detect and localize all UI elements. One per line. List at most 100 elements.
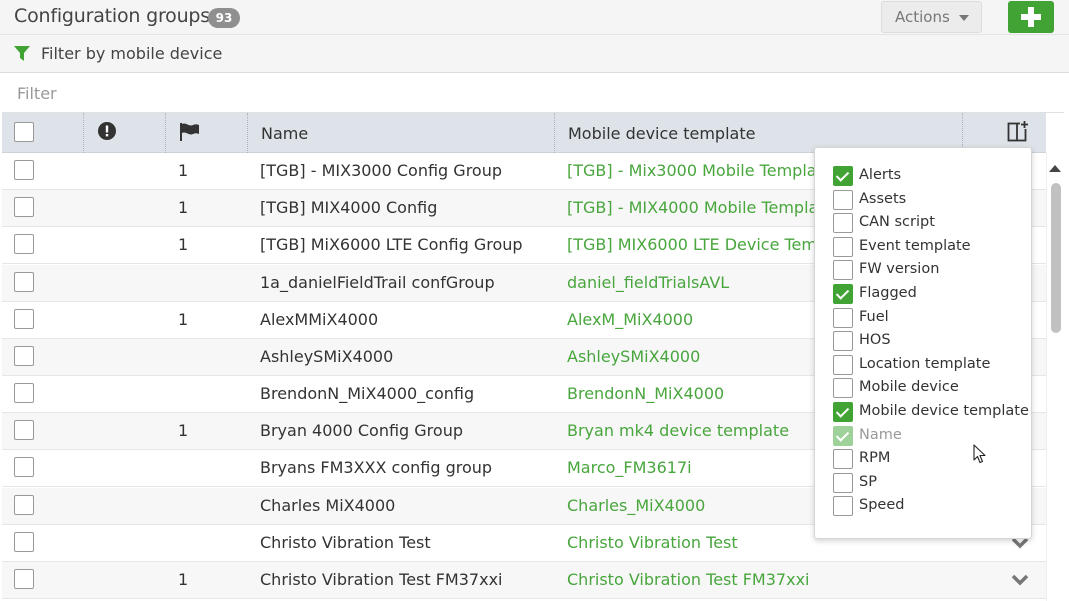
row-checkbox[interactable] [14,272,34,292]
row-checkbox[interactable] [14,569,34,589]
filter-by-mobile-device-bar[interactable]: Filter by mobile device [0,35,1069,73]
column-option-label: Fuel [859,308,889,325]
scrollbar-thumb[interactable] [1051,183,1061,333]
mouse-cursor-icon [973,444,986,464]
alert-icon [98,122,116,140]
column-option-label: Speed [859,497,905,514]
column-picker-dropdown: Alerts Assets CAN script Event template FW v… [814,147,1032,539]
header-select-all-cell [2,113,84,153]
column-option-checkbox[interactable] [833,284,853,304]
row-checkbox[interactable] [14,346,34,366]
column-option-checkbox[interactable] [833,496,853,517]
row-checkbox[interactable] [14,495,34,515]
checkmark-icon [835,286,850,300]
column-picker-icon[interactable] [1007,120,1029,142]
header-alerts-column[interactable] [84,113,166,153]
row-checkbox[interactable] [14,234,34,254]
count-badge: 93 [208,8,240,28]
column-option-label: SP [859,473,877,490]
row-checkbox[interactable] [14,420,34,440]
column-option-checkbox[interactable] [833,472,853,493]
select-all-checkbox[interactable] [14,122,34,142]
checkmark-icon [835,168,850,182]
row-template-link[interactable]: BrendonN_MiX4000 [567,384,724,403]
page-header: Configuration groups 93 Actions [0,0,1069,35]
column-option-label: Alerts [859,167,902,183]
row-template-link[interactable]: [TGB] - Mix3000 Mobile Template [567,161,833,180]
column-option-checkbox[interactable] [833,236,853,257]
scroll-up-arrow-icon[interactable] [1049,165,1061,172]
row-template-link[interactable]: AlexM_MiX4000 [567,310,693,329]
column-option-label: Flagged [859,285,917,301]
row-name: BrendonN_MiX4000_config [260,384,475,403]
row-template-link[interactable]: Marco_FM3617i [567,458,692,477]
row-checkbox[interactable] [14,197,34,217]
row-template-link[interactable]: Christo Vibration Test FM37xxi [567,570,809,589]
row-checkbox[interactable] [14,309,34,329]
column-option-label: Event template [859,237,971,254]
row-template-link[interactable]: AshleySMiX4000 [567,347,700,366]
row-template-link[interactable]: Christo Vibration Test [567,533,738,552]
column-option-checkbox[interactable] [833,331,853,352]
row-checkbox[interactable] [14,160,34,180]
column-option-checkbox[interactable] [833,166,853,186]
column-option-label: Mobile device [859,379,959,396]
row-name: 1a_danielFieldTrail confGroup [260,273,495,292]
table-row[interactable]: 1 Christo Vibration Test FM37xxi Christo V… [2,562,1046,599]
flag-icon [180,123,199,141]
column-option-checkbox [833,425,853,446]
row-name: Christo Vibration Test [260,533,431,552]
row-flag-count: 1 [178,235,189,254]
filter-input[interactable] [2,75,1064,113]
row-name: AlexMMiX4000 [260,310,379,329]
caret-down-icon [959,15,969,21]
row-flag-count: 1 [178,310,189,329]
column-option-checkbox[interactable] [833,354,853,375]
column-option-label: Mobile device template [859,403,1029,419]
column-option-checkbox[interactable] [833,402,853,422]
checkmark-icon [835,427,850,442]
column-option-checkbox[interactable] [833,213,853,234]
column-option-label: RPM [859,450,891,467]
header-name-column[interactable]: Name [248,113,555,153]
column-option-label: Assets [859,190,907,207]
row-checkbox[interactable] [14,457,34,477]
row-checkbox[interactable] [14,532,34,552]
add-button[interactable] [1008,1,1054,33]
column-option-label: HOS [859,332,891,349]
column-option-checkbox[interactable] [833,260,853,281]
row-name: [TGB] MIX4000 Config [260,198,438,217]
actions-label: Actions [895,8,950,26]
row-name: Charles MiX4000 [260,496,396,515]
row-flag-count: 1 [178,198,189,217]
header-flagged-column[interactable] [166,113,248,153]
name-column-label: Name [261,124,309,143]
filter-by-mobile-device-label: Filter by mobile device [41,44,223,63]
column-option-label: Name [859,426,902,443]
row-template-link[interactable]: daniel_fieldTrialsAVL [567,273,729,292]
row-template-link[interactable]: Bryan mk4 device template [567,421,789,440]
column-option-label: Location template [859,355,991,372]
row-name: Bryans FM3XXX config group [260,458,493,477]
column-option-label: CAN script [859,214,935,231]
actions-button[interactable]: Actions [881,1,982,33]
row-template-link[interactable]: [TGB] - MIX4000 Mobile Template [567,198,834,217]
column-option-checkbox[interactable] [833,378,853,399]
row-name: AshleySMiX4000 [260,347,394,366]
row-template-link[interactable]: Charles_MiX4000 [567,496,705,515]
row-name: Christo Vibration Test FM37xxi [260,570,503,589]
checkmark-icon [835,404,850,418]
page-title: Configuration groups [14,5,210,27]
funnel-icon [14,46,30,61]
row-flag-count: 1 [178,570,189,589]
column-option-checkbox[interactable] [833,307,853,328]
column-option-checkbox[interactable] [833,189,853,210]
row-checkbox[interactable] [14,383,34,403]
row-name: [TGB] - MIX3000 Config Group [260,161,502,180]
row-flag-count: 1 [178,161,189,180]
chevron-down-icon[interactable] [1012,574,1028,586]
row-template-link[interactable]: [TGB] MIX6000 LTE Device Templa [567,235,841,254]
column-option-checkbox[interactable] [833,449,853,470]
template-column-label: Mobile device template [568,124,756,143]
row-name: [TGB] MiX6000 LTE Config Group [260,235,523,254]
